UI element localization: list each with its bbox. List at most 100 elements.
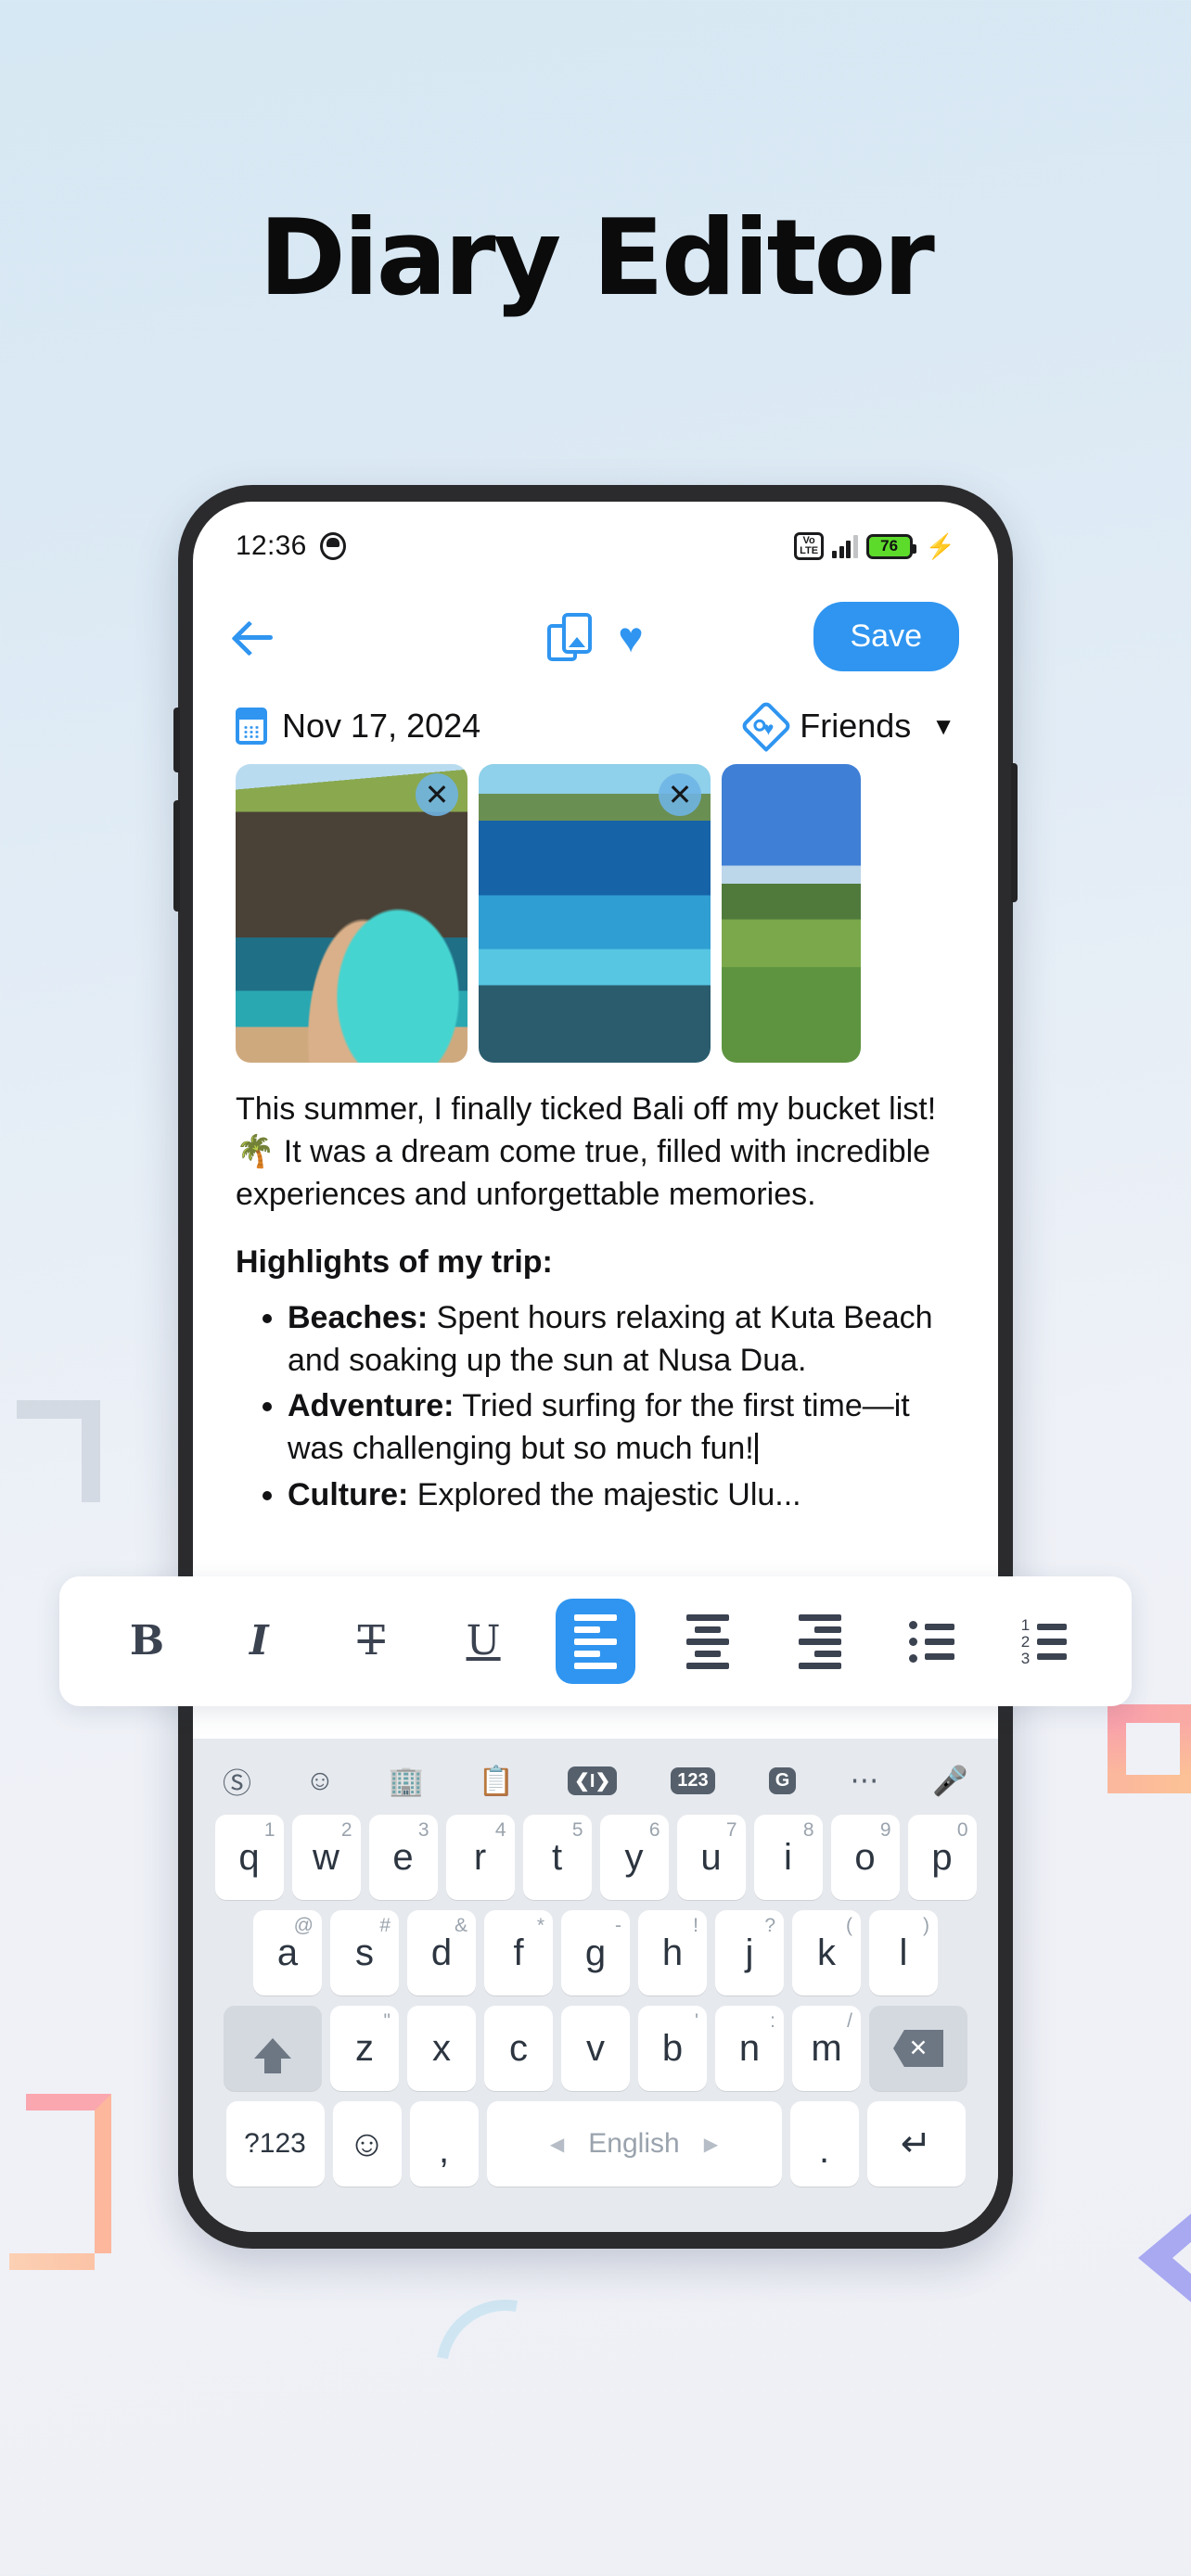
bullet-label: Beaches:	[288, 1299, 429, 1335]
key-i[interactable]: 8i	[753, 1815, 823, 1900]
photo-item[interactable]: ✕	[236, 764, 467, 1063]
space-language-label: English	[588, 2128, 680, 2159]
key-w[interactable]: 2w	[291, 1815, 361, 1900]
bullet-list-button[interactable]	[892, 1599, 972, 1684]
key-n[interactable]: :n	[715, 2006, 784, 2091]
key-o[interactable]: 9o	[830, 1815, 900, 1900]
key-m[interactable]: / m	[792, 2006, 861, 2091]
underline-button[interactable]: U	[443, 1599, 523, 1684]
tag-dropdown[interactable]: Friends ▼	[739, 699, 955, 753]
italic-button[interactable]: I	[219, 1599, 299, 1684]
note-editor[interactable]: This summer, I finally ticked Bali off m…	[193, 1063, 998, 1517]
key-e[interactable]: 3e	[368, 1815, 438, 1900]
soft-keyboard: Ⓢ ☺ 🏢 📋 ❮I❯ 123 G ⋯ 🎤 1q 2w 3e 4r 5t 6y …	[193, 1739, 998, 2232]
keyboard-row-3: " z x c v ' b :n / m ✕	[198, 2006, 992, 2091]
key-j[interactable]: ? j	[715, 1910, 784, 1996]
align-center-button[interactable]	[668, 1599, 748, 1684]
app-header: ♥ Save	[193, 578, 998, 681]
numbers-icon[interactable]: 123	[671, 1766, 715, 1794]
key-k[interactable]: (k	[792, 1910, 861, 1996]
key-s[interactable]: # s	[330, 1910, 399, 1996]
date-label: Nov 17, 2024	[282, 707, 481, 745]
comma-key[interactable]: ,	[409, 2101, 479, 2187]
strikethrough-button[interactable]: T	[331, 1599, 411, 1684]
period-key[interactable]: .	[789, 2101, 859, 2187]
backspace-key[interactable]: ✕	[869, 2006, 967, 2091]
key-p[interactable]: 0p	[907, 1815, 977, 1900]
enter-key[interactable]: ↵	[866, 2101, 966, 2187]
mic-icon[interactable]: 🎤	[932, 1764, 968, 1798]
key-y[interactable]: 6y	[599, 1815, 669, 1900]
list-item: Culture: Explored the majestic Ulu...	[288, 1474, 955, 1517]
key-l[interactable]: ) l	[869, 1910, 938, 1996]
sticker-icon[interactable]: ☺	[305, 1764, 335, 1797]
decor-square-pink	[1108, 1704, 1191, 1793]
gallery-icon[interactable]	[547, 612, 593, 661]
align-right-button[interactable]	[780, 1599, 860, 1684]
save-button[interactable]: Save	[813, 602, 959, 671]
list-item: Adventure: Tried surfing for the first t…	[288, 1385, 955, 1471]
keyboard-row-1: 1q 2w 3e 4r 5t 6y 7u 8i 9o 0p	[198, 1815, 992, 1900]
key-d[interactable]: & d	[407, 1910, 476, 1996]
note-paragraph: This summer, I finally ticked Bali off m…	[236, 1091, 937, 1212]
more-icon[interactable]: ⋯	[850, 1764, 878, 1797]
photo-item[interactable]	[722, 764, 861, 1063]
face-icon	[319, 532, 346, 560]
key-h[interactable]: ! h	[638, 1910, 707, 1996]
bullet-label: Culture:	[288, 1477, 409, 1513]
numbered-list-button[interactable]: 123	[1004, 1599, 1083, 1684]
decor-chevron-purple	[1138, 2213, 1191, 2302]
emoji-key[interactable]: ☺	[332, 2101, 402, 2187]
phone-side-button	[1011, 763, 1018, 902]
keyboard-row-2: @ a # s & d * f -g ! h ? j (k ) l	[198, 1910, 992, 1996]
chevron-down-icon: ▼	[931, 711, 955, 740]
backspace-icon: ✕	[893, 2030, 943, 2067]
remove-photo-icon[interactable]: ✕	[416, 773, 458, 816]
status-bar: 12:36 Vo LTE 76 ⚡	[193, 502, 998, 578]
clipboard-icon[interactable]: 📋	[478, 1764, 514, 1798]
next-language-icon[interactable]: ▶	[704, 2133, 718, 2156]
heart-icon[interactable]: ♥	[618, 616, 643, 658]
status-time: 12:36	[236, 530, 307, 561]
space-key[interactable]: ◀ English ▶	[486, 2101, 782, 2187]
shift-key[interactable]	[224, 2006, 322, 2091]
shift-icon	[254, 2038, 291, 2073]
key-b[interactable]: ' b	[638, 2006, 707, 2091]
keyboard-row-4: ?123 ☺ , ◀ English ▶ . ↵	[198, 2101, 992, 2187]
note-heading: Highlights of my trip:	[236, 1243, 553, 1280]
key-t[interactable]: 5t	[522, 1815, 592, 1900]
key-g[interactable]: -g	[561, 1910, 630, 1996]
volte-icon: Vo LTE	[794, 532, 825, 560]
prev-language-icon[interactable]: ◀	[550, 2133, 564, 2156]
key-r[interactable]: 4r	[445, 1815, 515, 1900]
decor-arc-blue	[408, 2272, 603, 2467]
bold-button[interactable]: B	[107, 1599, 186, 1684]
key-u[interactable]: 7u	[676, 1815, 746, 1900]
key-c[interactable]: c	[484, 2006, 553, 2091]
photo-item[interactable]: ✕	[479, 764, 711, 1063]
symbols-key[interactable]: ?123	[225, 2101, 325, 2187]
grammarly-icon[interactable]: G	[768, 1766, 797, 1794]
key-x[interactable]: x	[407, 2006, 476, 2091]
key-z[interactable]: " z	[330, 2006, 399, 2091]
translate-icon[interactable]: Ⓢ	[223, 1760, 251, 1802]
key-a[interactable]: @ a	[253, 1910, 322, 1996]
key-v[interactable]: v	[561, 2006, 630, 2091]
text-edit-icon[interactable]: ❮I❯	[568, 1766, 618, 1795]
signal-icon	[832, 534, 858, 558]
remove-photo-icon[interactable]: ✕	[659, 773, 701, 816]
page-title: Diary Editor	[259, 197, 935, 319]
text-cursor	[754, 1433, 758, 1465]
battery-icon: 76	[865, 533, 916, 559]
store-icon[interactable]: 🏢	[389, 1764, 425, 1798]
key-f[interactable]: * f	[484, 1910, 553, 1996]
key-q[interactable]: 1q	[214, 1815, 284, 1900]
bullet-text: Explored the majestic Ulu...	[408, 1477, 801, 1513]
calendar-icon	[236, 708, 267, 745]
phone-screen: 12:36 Vo LTE 76 ⚡ ♥ Save Nov 17, 2024 ♥ …	[193, 502, 998, 2232]
back-arrow-icon[interactable]	[232, 613, 280, 661]
date-picker[interactable]: Nov 17, 2024	[236, 707, 480, 746]
format-toolbar: B I T U 123	[59, 1576, 1132, 1706]
align-left-button[interactable]	[555, 1599, 635, 1684]
battery-percent: 76	[880, 537, 899, 555]
